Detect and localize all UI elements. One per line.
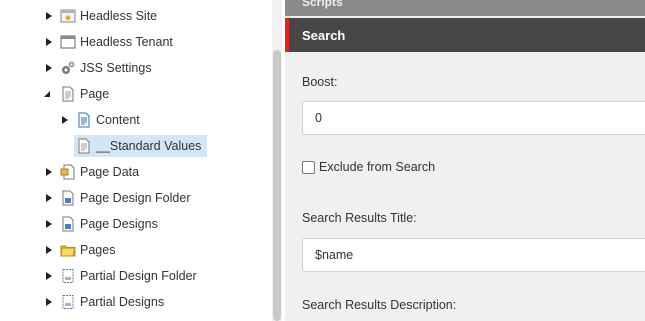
tree-item-standard-values[interactable]: __Standard Values xyxy=(60,134,208,158)
tree-item-headless-tenant[interactable]: Headless Tenant xyxy=(44,30,179,54)
scripts-section-header[interactable]: Scripts xyxy=(285,0,645,16)
expand-arrow-icon[interactable] xyxy=(44,63,54,73)
tree-item-label: Page Design Folder xyxy=(80,191,191,205)
tree-item-page-data[interactable]: Page Data xyxy=(44,160,145,184)
tree-item-page[interactable]: Page xyxy=(44,82,115,106)
tree-item-node[interactable]: Pages xyxy=(58,239,121,261)
tree-item-page-design-folder[interactable]: Page Design Folder xyxy=(44,186,196,210)
editor-panel: Scripts Search Boost: 0 Exclude from Sea… xyxy=(285,0,645,321)
tree-item-label: Page Data xyxy=(80,165,140,179)
tree-item-node[interactable]: Partial Design Folder xyxy=(58,265,203,287)
expand-arrow-icon[interactable] xyxy=(44,11,54,21)
tree-item-node[interactable]: Page xyxy=(58,83,115,105)
boost-input[interactable]: 0 xyxy=(302,101,645,135)
document-blue-icon xyxy=(76,112,92,128)
expand-arrow-icon[interactable] xyxy=(44,193,54,203)
tree-item-node[interactable]: Partial Designs xyxy=(58,291,170,313)
tree-item-node[interactable]: Page Designs xyxy=(58,213,164,235)
search-section-title: Search xyxy=(302,27,346,43)
tree-item-jss-settings[interactable]: JSS Settings xyxy=(44,56,158,80)
tree-item-node[interactable]: Headless Tenant xyxy=(58,31,179,53)
tree-item-label: Page xyxy=(80,87,110,101)
window-icon xyxy=(60,34,76,50)
expand-arrow-icon[interactable] xyxy=(44,219,54,229)
expand-arrow-icon[interactable] xyxy=(60,115,70,125)
tree-item-label: JSS Settings xyxy=(80,61,152,75)
folder-icon xyxy=(60,242,76,258)
tree-item-node[interactable]: Page Design Folder xyxy=(58,187,196,209)
partial-design-icon xyxy=(60,268,76,284)
tree-item-label: Page Designs xyxy=(80,217,158,231)
tree-item-node[interactable]: Headless Site xyxy=(58,5,163,27)
tree-item-label: __Standard Values xyxy=(96,139,202,153)
search-section-header[interactable]: Search xyxy=(285,18,645,52)
tree-item-label: Partial Design Folder xyxy=(80,269,197,283)
tree-item-node[interactable]: Content xyxy=(74,109,146,131)
boost-value: 0 xyxy=(315,111,322,125)
expand-arrow-icon[interactable] xyxy=(44,245,54,255)
tree-item-partial-design-folder[interactable]: Partial Design Folder xyxy=(44,264,203,288)
tree-item-label: Headless Site xyxy=(80,9,158,23)
partial-design-icon xyxy=(60,294,76,310)
tree-item-label: Pages xyxy=(80,243,116,257)
search-results-title-label: Search Results Title: xyxy=(302,211,417,225)
tree-item-content[interactable]: Content xyxy=(60,108,146,132)
expand-arrow-icon[interactable] xyxy=(44,297,54,307)
expand-arrow-icon[interactable] xyxy=(44,37,54,47)
search-results-title-value: $name xyxy=(315,248,354,262)
gears-icon xyxy=(60,60,76,76)
document-icon xyxy=(76,138,92,154)
tree-item-label: Headless Tenant xyxy=(80,35,173,49)
tree-item-label: Partial Designs xyxy=(80,295,165,309)
tree-item-node[interactable]: JSS Settings xyxy=(58,57,158,79)
expand-arrow-icon[interactable] xyxy=(44,167,54,177)
tree-item-label: Content xyxy=(96,113,140,127)
page-data-icon xyxy=(60,164,76,180)
boost-label: Boost: xyxy=(302,75,338,89)
collapse-arrow-icon[interactable] xyxy=(44,89,54,99)
exclude-from-search-checkbox[interactable] xyxy=(302,160,315,174)
exclude-from-search-label: Exclude from Search xyxy=(319,160,436,174)
expand-arrow-icon[interactable] xyxy=(44,271,54,281)
tree-scrollbar-thumb[interactable] xyxy=(273,50,281,321)
scripts-section-title: Scripts xyxy=(302,0,343,9)
tree-item-headless-site[interactable]: Headless Site xyxy=(44,4,163,28)
exclude-from-search-row[interactable]: Exclude from Search xyxy=(302,160,435,174)
search-results-title-input[interactable]: $name xyxy=(302,238,645,272)
tree-item-pages[interactable]: Pages xyxy=(44,238,121,262)
document-icon xyxy=(60,86,76,102)
search-results-description-label: Search Results Description: xyxy=(302,298,457,312)
design-folder-icon xyxy=(60,190,76,206)
site-star-icon xyxy=(60,8,76,24)
tree-item-partial-designs[interactable]: Partial Designs xyxy=(44,290,170,314)
tree-item-node[interactable]: Page Data xyxy=(58,161,145,183)
design-folder-icon xyxy=(60,216,76,232)
content-tree: Headless Site Headless Tenant JSS Settings… xyxy=(0,0,272,321)
tree-item-page-designs[interactable]: Page Designs xyxy=(44,212,164,236)
tree-item-node[interactable]: __Standard Values xyxy=(74,135,208,157)
